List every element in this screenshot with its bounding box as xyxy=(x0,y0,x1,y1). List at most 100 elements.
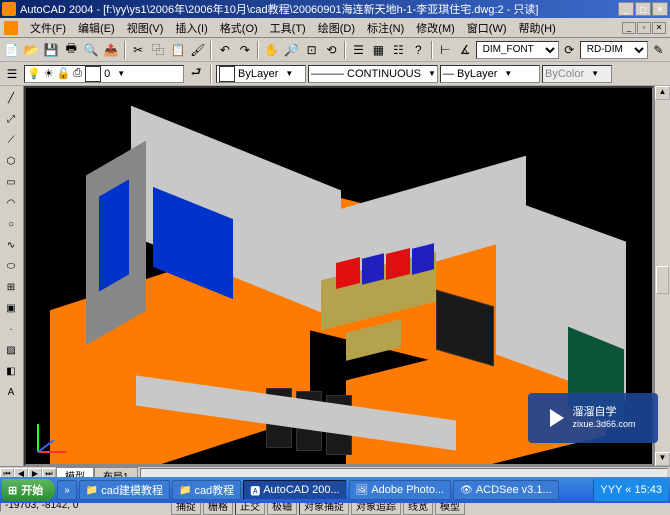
designcenter-icon[interactable]: ▦ xyxy=(369,40,388,60)
preview-icon[interactable]: 🔍 xyxy=(82,40,101,60)
xline-icon[interactable]: ⤢ xyxy=(1,109,21,129)
start-button[interactable]: ⊞ 开始 xyxy=(2,479,55,501)
block-icon[interactable]: ▣ xyxy=(1,298,21,318)
watermark-url: zixue.3d66.com xyxy=(572,419,635,430)
zoom-prev-icon[interactable]: ⟲ xyxy=(322,40,341,60)
ellipse-icon[interactable]: ⬭ xyxy=(1,256,21,276)
new-icon[interactable]: 📄 xyxy=(2,40,21,60)
watermark-overlay: 溜溜自学 zixue.3d66.com xyxy=(528,393,658,443)
doc-minimize-button[interactable]: _ xyxy=(622,22,636,34)
scroll-up-button[interactable]: ▲ xyxy=(655,86,670,100)
menu-insert[interactable]: 插入(I) xyxy=(169,18,213,38)
scroll-thumb[interactable] xyxy=(656,266,669,294)
lineweight-dropdown[interactable]: — ByLayer ▼ xyxy=(440,65,540,83)
circle-icon[interactable]: ○ xyxy=(1,214,21,234)
color-dropdown[interactable]: ByLayer ▼ xyxy=(216,65,306,83)
taskbar-item-4[interactable]: 👁ACDSee v3.1... xyxy=(453,480,559,500)
dim-edit-icon[interactable]: ✎ xyxy=(649,40,668,60)
scroll-down-button[interactable]: ▼ xyxy=(655,452,670,466)
window-title: AutoCAD 2004 - [f:\yy\ys1\2006年\2006年10月… xyxy=(20,1,618,17)
taskbar-item-3[interactable]: 🖼Adobe Photo... xyxy=(349,480,451,500)
publish-icon[interactable]: 📤 xyxy=(102,40,121,60)
undo-icon[interactable]: ↶ xyxy=(215,40,234,60)
layer-prev-icon[interactable]: ⮐ xyxy=(186,64,206,84)
line-icon[interactable]: ╱ xyxy=(1,88,21,108)
ucs-icon xyxy=(32,418,72,458)
menu-view[interactable]: 视图(V) xyxy=(121,18,170,38)
layer-dropdown[interactable]: 💡 ☀ 🔓 ⎙ 0 ▼ xyxy=(24,65,184,83)
plotstyle-name: ByColor xyxy=(545,68,584,80)
doc-icon xyxy=(4,21,18,35)
lineweight-name: ByLayer xyxy=(457,68,497,80)
insert-icon[interactable]: ⊞ xyxy=(1,277,21,297)
arc-icon[interactable]: ◠ xyxy=(1,193,21,213)
text-icon[interactable]: A xyxy=(1,382,21,402)
dim-angular-icon[interactable]: ∡ xyxy=(456,40,475,60)
linetype-dropdown[interactable]: ——— CONTINUOUS ▼ xyxy=(308,65,438,83)
layer-name: 0 xyxy=(104,68,110,80)
cut-icon[interactable]: ✂ xyxy=(129,40,148,60)
play-icon xyxy=(550,409,564,427)
standard-toolbar: 📄 📂 💾 🖶 🔍 📤 ✂ ⿻ 📋 🖌 ↶ ↷ ✋ 🔎 ⊡ ⟲ ☰ ▦ ☷ ? … xyxy=(0,38,670,62)
menu-edit[interactable]: 编辑(E) xyxy=(72,18,121,38)
watermark-title: 溜溜自学 xyxy=(572,406,635,419)
pan-icon[interactable]: ✋ xyxy=(262,40,281,60)
dim-linear-icon[interactable]: ⊢ xyxy=(436,40,455,60)
window-titlebar: AutoCAD 2004 - [f:\yy\ys1\2006年\2006年10月… xyxy=(0,0,670,18)
menu-draw[interactable]: 绘图(D) xyxy=(312,18,361,38)
plotstyle-dropdown[interactable]: ByColor ▼ xyxy=(542,65,612,83)
toolpalette-icon[interactable]: ☷ xyxy=(389,40,408,60)
tray-text: YYY « 15:43 xyxy=(600,484,662,496)
taskbar-item-0[interactable]: 📁cad建模教程 xyxy=(79,480,170,500)
properties-icon[interactable]: ☰ xyxy=(349,40,368,60)
polyline-icon[interactable]: ⟋ xyxy=(1,130,21,150)
spline-icon[interactable]: ∿ xyxy=(1,235,21,255)
autocad-app-icon xyxy=(2,2,16,16)
paste-icon[interactable]: 📋 xyxy=(169,40,188,60)
print-icon[interactable]: 🖶 xyxy=(62,40,81,60)
hatch-icon[interactable]: ▨ xyxy=(1,340,21,360)
menu-file[interactable]: 文件(F) xyxy=(24,18,72,38)
region-icon[interactable]: ◧ xyxy=(1,361,21,381)
taskbar-item-1[interactable]: 📁cad教程 xyxy=(172,480,241,500)
properties-toolbar: ☰ 💡 ☀ 🔓 ⎙ 0 ▼ ⮐ ByLayer ▼ ——— CONTINUOUS… xyxy=(0,62,670,86)
menu-tools[interactable]: 工具(T) xyxy=(264,18,312,38)
doc-restore-button[interactable]: ▫ xyxy=(637,22,651,34)
menu-dimension[interactable]: 标注(N) xyxy=(361,18,410,38)
match-icon[interactable]: 🖌 xyxy=(188,40,207,60)
menu-help[interactable]: 帮助(H) xyxy=(513,18,562,38)
dimstyle2-select[interactable]: RD-DIM xyxy=(580,41,648,59)
polygon-icon[interactable]: ⬡ xyxy=(1,151,21,171)
menu-modify[interactable]: 修改(M) xyxy=(410,18,461,38)
close-button[interactable]: ✕ xyxy=(652,2,668,16)
redo-icon[interactable]: ↷ xyxy=(235,40,254,60)
zoom-realtime-icon[interactable]: 🔎 xyxy=(282,40,301,60)
sun-icon: ☀ xyxy=(44,67,54,80)
dimstyle-select[interactable]: DIM_FONT xyxy=(476,41,559,59)
draw-toolbar: ╱ ⤢ ⟋ ⬡ ▭ ◠ ○ ∿ ⬭ ⊞ ▣ · ▨ ◧ A xyxy=(0,86,24,466)
maximize-button[interactable]: ▢ xyxy=(635,2,651,16)
system-tray[interactable]: YYY « 15:43 xyxy=(593,479,668,501)
layer-manager-icon[interactable]: ☰ xyxy=(2,64,22,84)
color-name: ByLayer xyxy=(238,68,278,80)
taskbar-item-2[interactable]: 🅰AutoCAD 200... xyxy=(243,480,346,500)
rectangle-icon[interactable]: ▭ xyxy=(1,172,21,192)
lock-icon: 🔓 xyxy=(57,67,71,80)
copy-icon[interactable]: ⿻ xyxy=(149,40,168,60)
menubar: 文件(F) 编辑(E) 视图(V) 插入(I) 格式(O) 工具(T) 绘图(D… xyxy=(0,18,670,38)
doc-close-button[interactable]: ✕ xyxy=(652,22,666,34)
minimize-button[interactable]: _ xyxy=(618,2,634,16)
dim-update-icon[interactable]: ⟳ xyxy=(560,40,579,60)
windows-logo-icon: ⊞ xyxy=(8,484,17,497)
windows-taskbar: ⊞ 开始 » 📁cad建模教程 📁cad教程 🅰AutoCAD 200... 🖼… xyxy=(0,477,670,503)
open-icon[interactable]: 📂 xyxy=(22,40,41,60)
menu-window[interactable]: 窗口(W) xyxy=(461,18,513,38)
menu-format[interactable]: 格式(O) xyxy=(214,18,264,38)
lightbulb-icon: 💡 xyxy=(27,67,41,80)
save-icon[interactable]: 💾 xyxy=(42,40,61,60)
point-icon[interactable]: · xyxy=(1,319,21,339)
linetype-name: CONTINUOUS xyxy=(347,68,421,80)
zoom-window-icon[interactable]: ⊡ xyxy=(302,40,321,60)
quick-launch-icon[interactable]: » xyxy=(57,480,77,500)
help-icon[interactable]: ? xyxy=(409,40,428,60)
